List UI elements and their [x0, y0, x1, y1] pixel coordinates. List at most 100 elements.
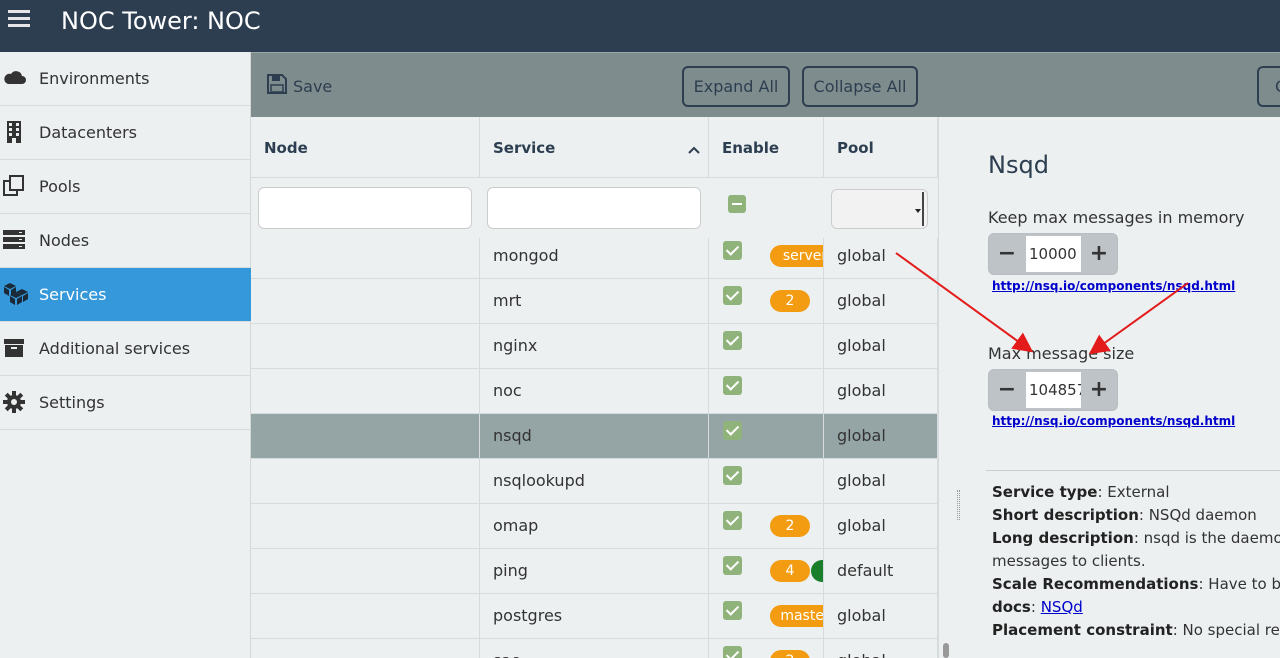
- sidebar-item-services[interactable]: Services: [0, 268, 251, 322]
- enable-filter-checkbox[interactable]: [728, 195, 746, 213]
- sidebar-item-datacenters[interactable]: Datacenters: [0, 106, 251, 160]
- node-filter-input[interactable]: [258, 187, 472, 229]
- node-cell: [251, 594, 480, 639]
- table-row[interactable]: omap 2 global: [251, 504, 938, 549]
- column-header-service[interactable]: Service: [480, 117, 709, 178]
- pool-filter-select[interactable]: [831, 189, 928, 229]
- sidebar-item-pools[interactable]: Pools: [0, 160, 251, 214]
- service-name: nsqlookupd: [493, 471, 585, 490]
- node-cell: [251, 369, 480, 414]
- info-value: : External: [1097, 483, 1170, 501]
- enable-cell: master: [709, 594, 824, 639]
- table-row[interactable]: postgres master global: [251, 594, 938, 639]
- enable-cell: 2: [709, 639, 824, 658]
- pool-name: global: [837, 291, 886, 310]
- enable-checkbox[interactable]: [723, 241, 742, 260]
- info-label: Long description: [992, 529, 1134, 547]
- enable-checkbox[interactable]: [723, 421, 742, 440]
- sidebar-item-nodes[interactable]: Nodes: [0, 214, 251, 268]
- enable-cell: [709, 324, 824, 369]
- table-row[interactable]: ping 4 default: [251, 549, 938, 594]
- enable-checkbox[interactable]: [723, 331, 742, 350]
- table-row[interactable]: mrt 2 global: [251, 279, 938, 324]
- enable-checkbox[interactable]: [723, 376, 742, 395]
- hamburger-menu-icon[interactable]: [8, 10, 30, 32]
- column-header-node[interactable]: Node: [251, 117, 480, 178]
- doc-link[interactable]: http://nsq.io/components/nsqd.html: [992, 279, 1235, 293]
- service-name: mrt: [493, 291, 522, 310]
- archive-icon: [3, 337, 25, 359]
- table-row[interactable]: noc global: [251, 369, 938, 414]
- service-name: noc: [493, 381, 522, 400]
- panel-splitter[interactable]: [953, 117, 964, 658]
- decrement-button[interactable]: −: [989, 370, 1025, 410]
- enable-checkbox[interactable]: [723, 466, 742, 485]
- column-header-pool[interactable]: Pool: [824, 117, 938, 178]
- table-row[interactable]: nsqlookupd global: [251, 459, 938, 504]
- server-icon: [3, 229, 25, 251]
- info-label: Short description: [992, 506, 1139, 524]
- expand-all-button[interactable]: Expand All: [682, 66, 790, 107]
- service-cell: sae: [480, 639, 709, 658]
- doc-link[interactable]: http://nsq.io/components/nsqd.html: [992, 414, 1235, 428]
- pool-name: global: [837, 246, 886, 265]
- column-header-label: Enable: [722, 139, 780, 157]
- save-label: Save: [293, 76, 333, 96]
- service-name: ping: [493, 561, 528, 580]
- toolbar: Save Expand All Collapse All C: [251, 52, 1280, 117]
- increment-button[interactable]: +: [1081, 370, 1117, 410]
- table-row[interactable]: nginx global: [251, 324, 938, 369]
- sidebar-item-settings[interactable]: Settings: [0, 376, 251, 430]
- column-header-enable[interactable]: Enable: [709, 117, 824, 178]
- pool-name: global: [837, 381, 886, 400]
- save-button[interactable]: Save: [267, 73, 332, 99]
- table-row[interactable]: sae 2 global: [251, 639, 938, 658]
- max-messages-input[interactable]: [1026, 236, 1081, 272]
- service-cell: nsqlookupd: [480, 459, 709, 504]
- docs-link[interactable]: NSQd: [1041, 598, 1083, 616]
- node-cell: [251, 549, 480, 594]
- column-header-label: Service: [493, 139, 556, 157]
- decrement-button[interactable]: −: [989, 234, 1025, 274]
- service-cell: omap: [480, 504, 709, 549]
- sidebar-item-additional-services[interactable]: Additional services: [0, 322, 251, 376]
- service-detail-panel: Nsqd Keep max messages in memory − + htt…: [964, 117, 1280, 658]
- info-value: :: [1030, 598, 1041, 616]
- divider: [986, 470, 1280, 471]
- cubes-icon: [3, 283, 28, 305]
- scale-badge: 2: [770, 290, 810, 312]
- pool-cell: global: [824, 504, 938, 549]
- pool-cell: global: [824, 594, 938, 639]
- clone-icon: [3, 175, 25, 197]
- scrollbar-thumb[interactable]: [943, 643, 949, 658]
- cloud-icon: [3, 67, 27, 89]
- enable-cell: 2: [709, 504, 824, 549]
- collapse-all-button[interactable]: Collapse All: [802, 66, 918, 107]
- enable-checkbox[interactable]: [723, 556, 742, 575]
- service-cell: ping: [480, 549, 709, 594]
- enable-cell: 2: [709, 279, 824, 324]
- scale-badge: master: [770, 605, 823, 627]
- services-grid: Node Service Enable Pool mongod server glo…: [251, 117, 953, 658]
- enable-checkbox[interactable]: [723, 511, 742, 530]
- pool-cell: global: [824, 639, 938, 658]
- service-name: nginx: [493, 336, 538, 355]
- info-value: messages to clients.: [992, 552, 1146, 570]
- enable-cell: 4: [709, 549, 824, 594]
- enable-checkbox[interactable]: [723, 601, 742, 620]
- toolbar-extra-button[interactable]: C: [1257, 66, 1280, 107]
- enable-checkbox[interactable]: [723, 286, 742, 305]
- info-value: : No special recom: [1172, 621, 1280, 639]
- max-message-size-stepper: − +: [988, 369, 1118, 411]
- increment-button[interactable]: +: [1081, 234, 1117, 274]
- max-message-size-input[interactable]: [1026, 372, 1081, 408]
- service-filter-input[interactable]: [487, 187, 701, 229]
- info-label: Scale Recommendations: [992, 575, 1199, 593]
- enable-checkbox[interactable]: [723, 646, 742, 658]
- table-row[interactable]: nsqd global: [251, 414, 938, 459]
- grid-scrollbar[interactable]: [938, 117, 953, 658]
- filter-row: [251, 178, 938, 238]
- enable-cell: server: [709, 238, 824, 279]
- sidebar-item-environments[interactable]: Environments: [0, 52, 251, 106]
- table-row[interactable]: mongod server global: [251, 238, 938, 279]
